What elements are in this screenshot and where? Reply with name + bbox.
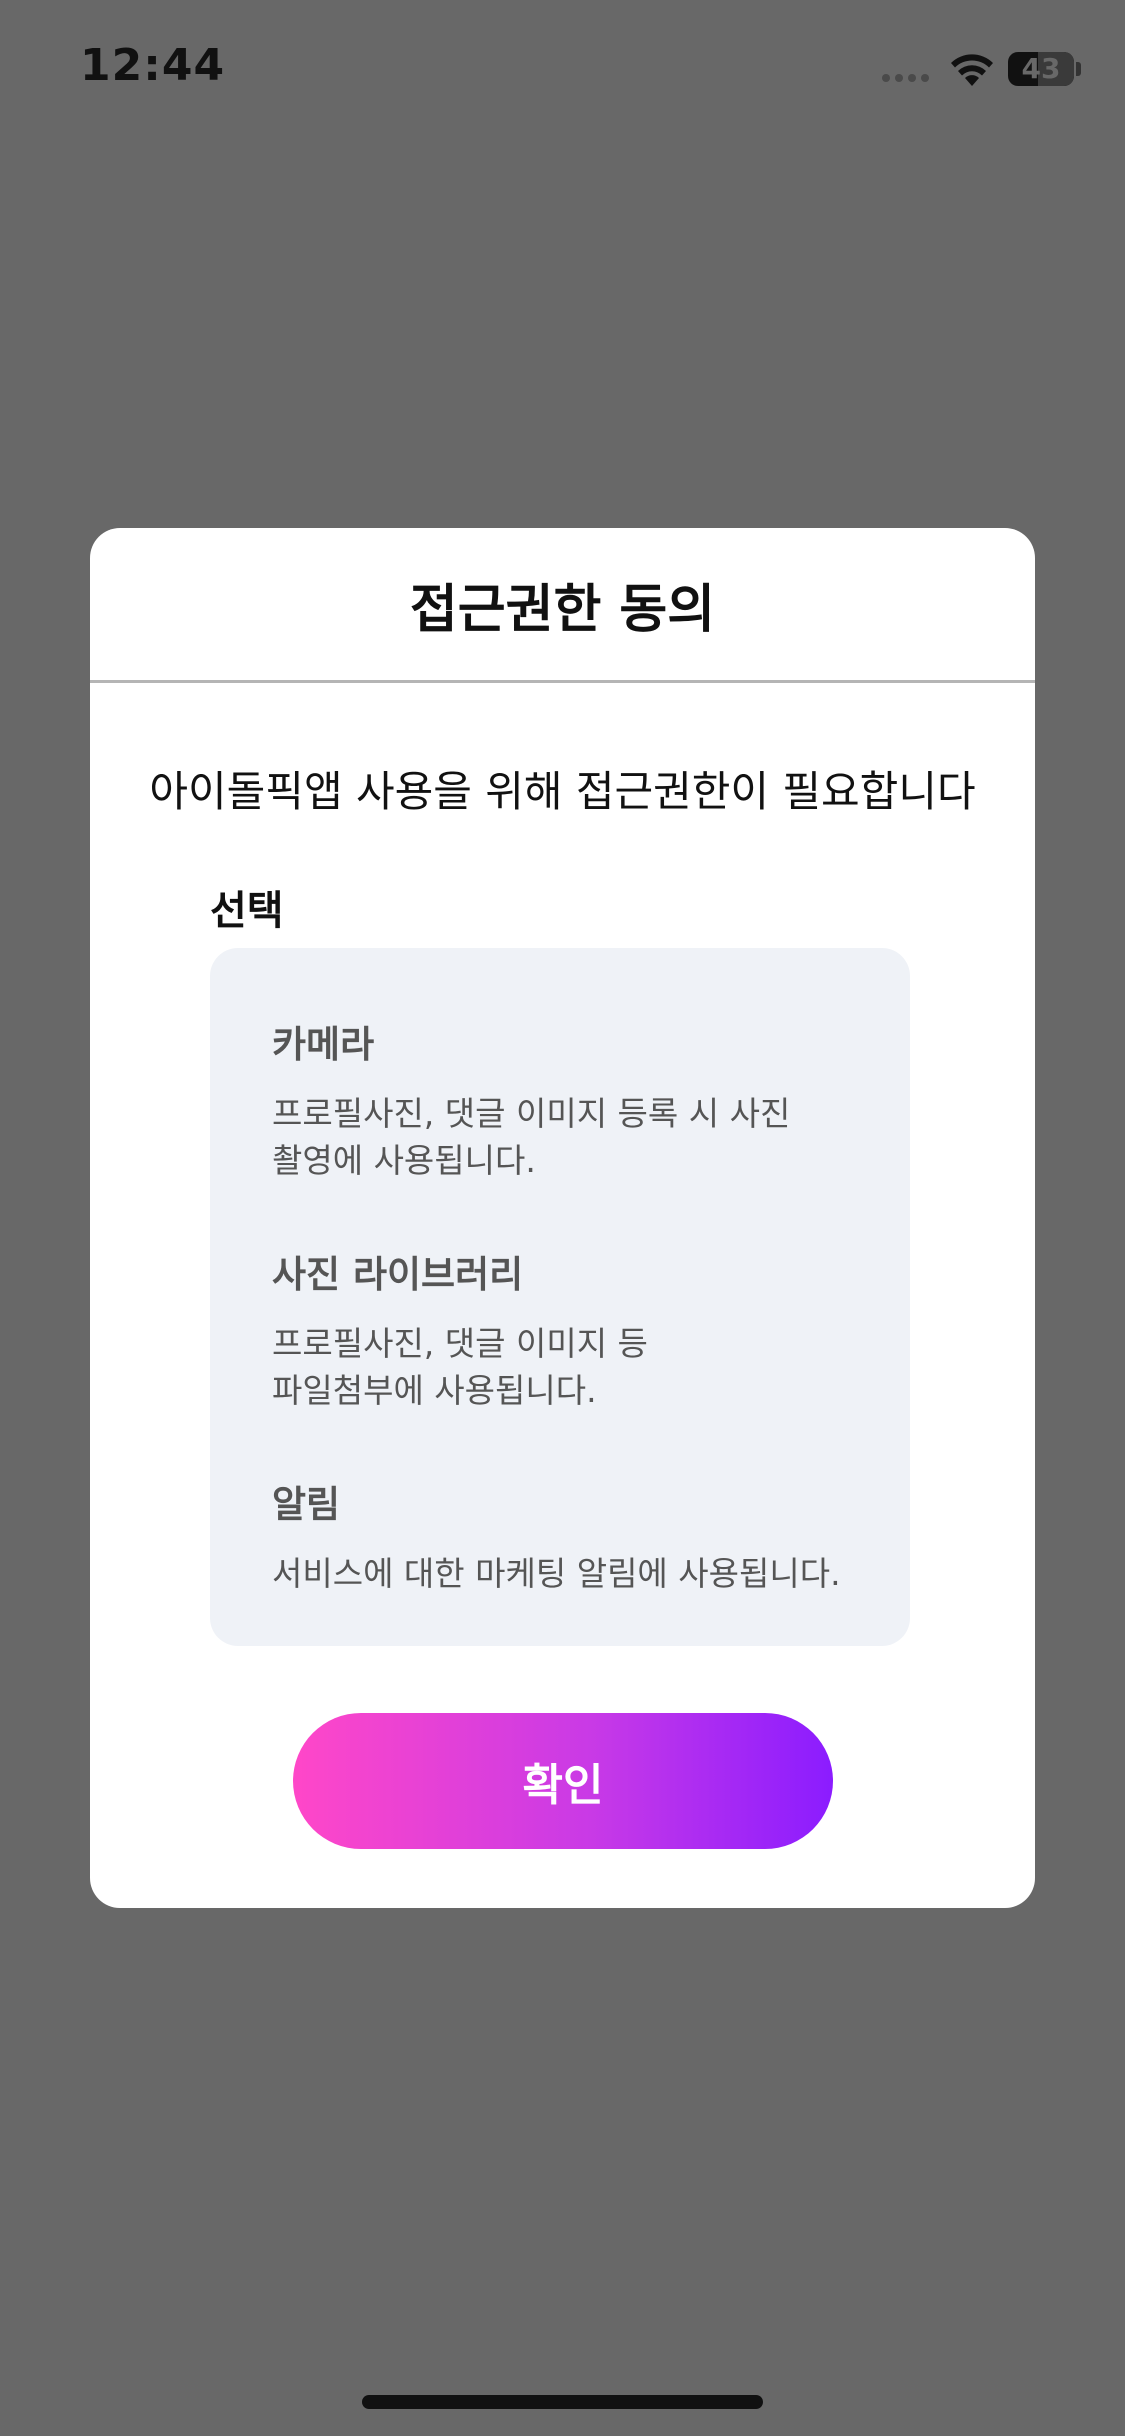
status-bar: 12:44 43 <box>0 0 1125 140</box>
permission-desc-camera: 프로필사진, 댓글 이미지 등록 시 사진촬영에 사용됩니다. <box>272 1090 872 1184</box>
permission-desc-line: 프로필사진, 댓글 이미지 등 <box>272 1324 648 1363</box>
confirm-button[interactable]: 확인 <box>293 1713 833 1849</box>
optional-section-label: 선택 <box>210 888 284 934</box>
permission-item-camera: 카메라 프로필사진, 댓글 이미지 등록 시 사진촬영에 사용됩니다. <box>272 1014 872 1184</box>
permission-item-photo-library: 사진 라이브러리 프로필사진, 댓글 이미지 등파일첨부에 사용됩니다. <box>272 1244 872 1414</box>
permission-desc-line: 서비스에 대한 마케팅 알림에 사용됩니다. <box>272 1554 841 1593</box>
permission-desc-line: 촬영에 사용됩니다. <box>272 1141 536 1180</box>
dialog-message: 아이돌픽앱 사용을 위해 접근권한이 필요합니다 <box>149 767 976 816</box>
permission-title-notification: 알림 <box>272 1483 341 1526</box>
permission-desc-line: 파일첨부에 사용됩니다. <box>272 1371 597 1410</box>
battery-level: 43 <box>1021 52 1061 85</box>
permission-desc-notification: 서비스에 대한 마케팅 알림에 사용됩니다. <box>272 1550 872 1597</box>
status-time: 12:44 <box>80 40 226 91</box>
title-divider <box>90 680 1035 683</box>
permission-desc-line: 프로필사진, 댓글 이미지 등록 시 사진 <box>272 1094 791 1133</box>
battery-tip <box>1076 62 1081 76</box>
signal-icon <box>882 74 929 82</box>
permission-title-photo-library: 사진 라이브러리 <box>272 1253 524 1296</box>
dialog-title: 접근권한 동의 <box>409 579 716 640</box>
permission-desc-photo-library: 프로필사진, 댓글 이미지 등파일첨부에 사용됩니다. <box>272 1320 872 1414</box>
permission-consent-dialog: 접근권한 동의 아이돌픽앱 사용을 위해 접근권한이 필요합니다 선택 카메라 … <box>90 528 1035 1908</box>
home-indicator[interactable] <box>362 2395 763 2409</box>
wifi-icon <box>951 54 993 86</box>
battery-icon: 43 <box>1008 52 1074 86</box>
permission-title-camera: 카메라 <box>272 1023 375 1066</box>
permission-list: 카메라 프로필사진, 댓글 이미지 등록 시 사진촬영에 사용됩니다. 사진 라… <box>210 948 910 1646</box>
permission-item-notification: 알림 서비스에 대한 마케팅 알림에 사용됩니다. <box>272 1474 872 1597</box>
